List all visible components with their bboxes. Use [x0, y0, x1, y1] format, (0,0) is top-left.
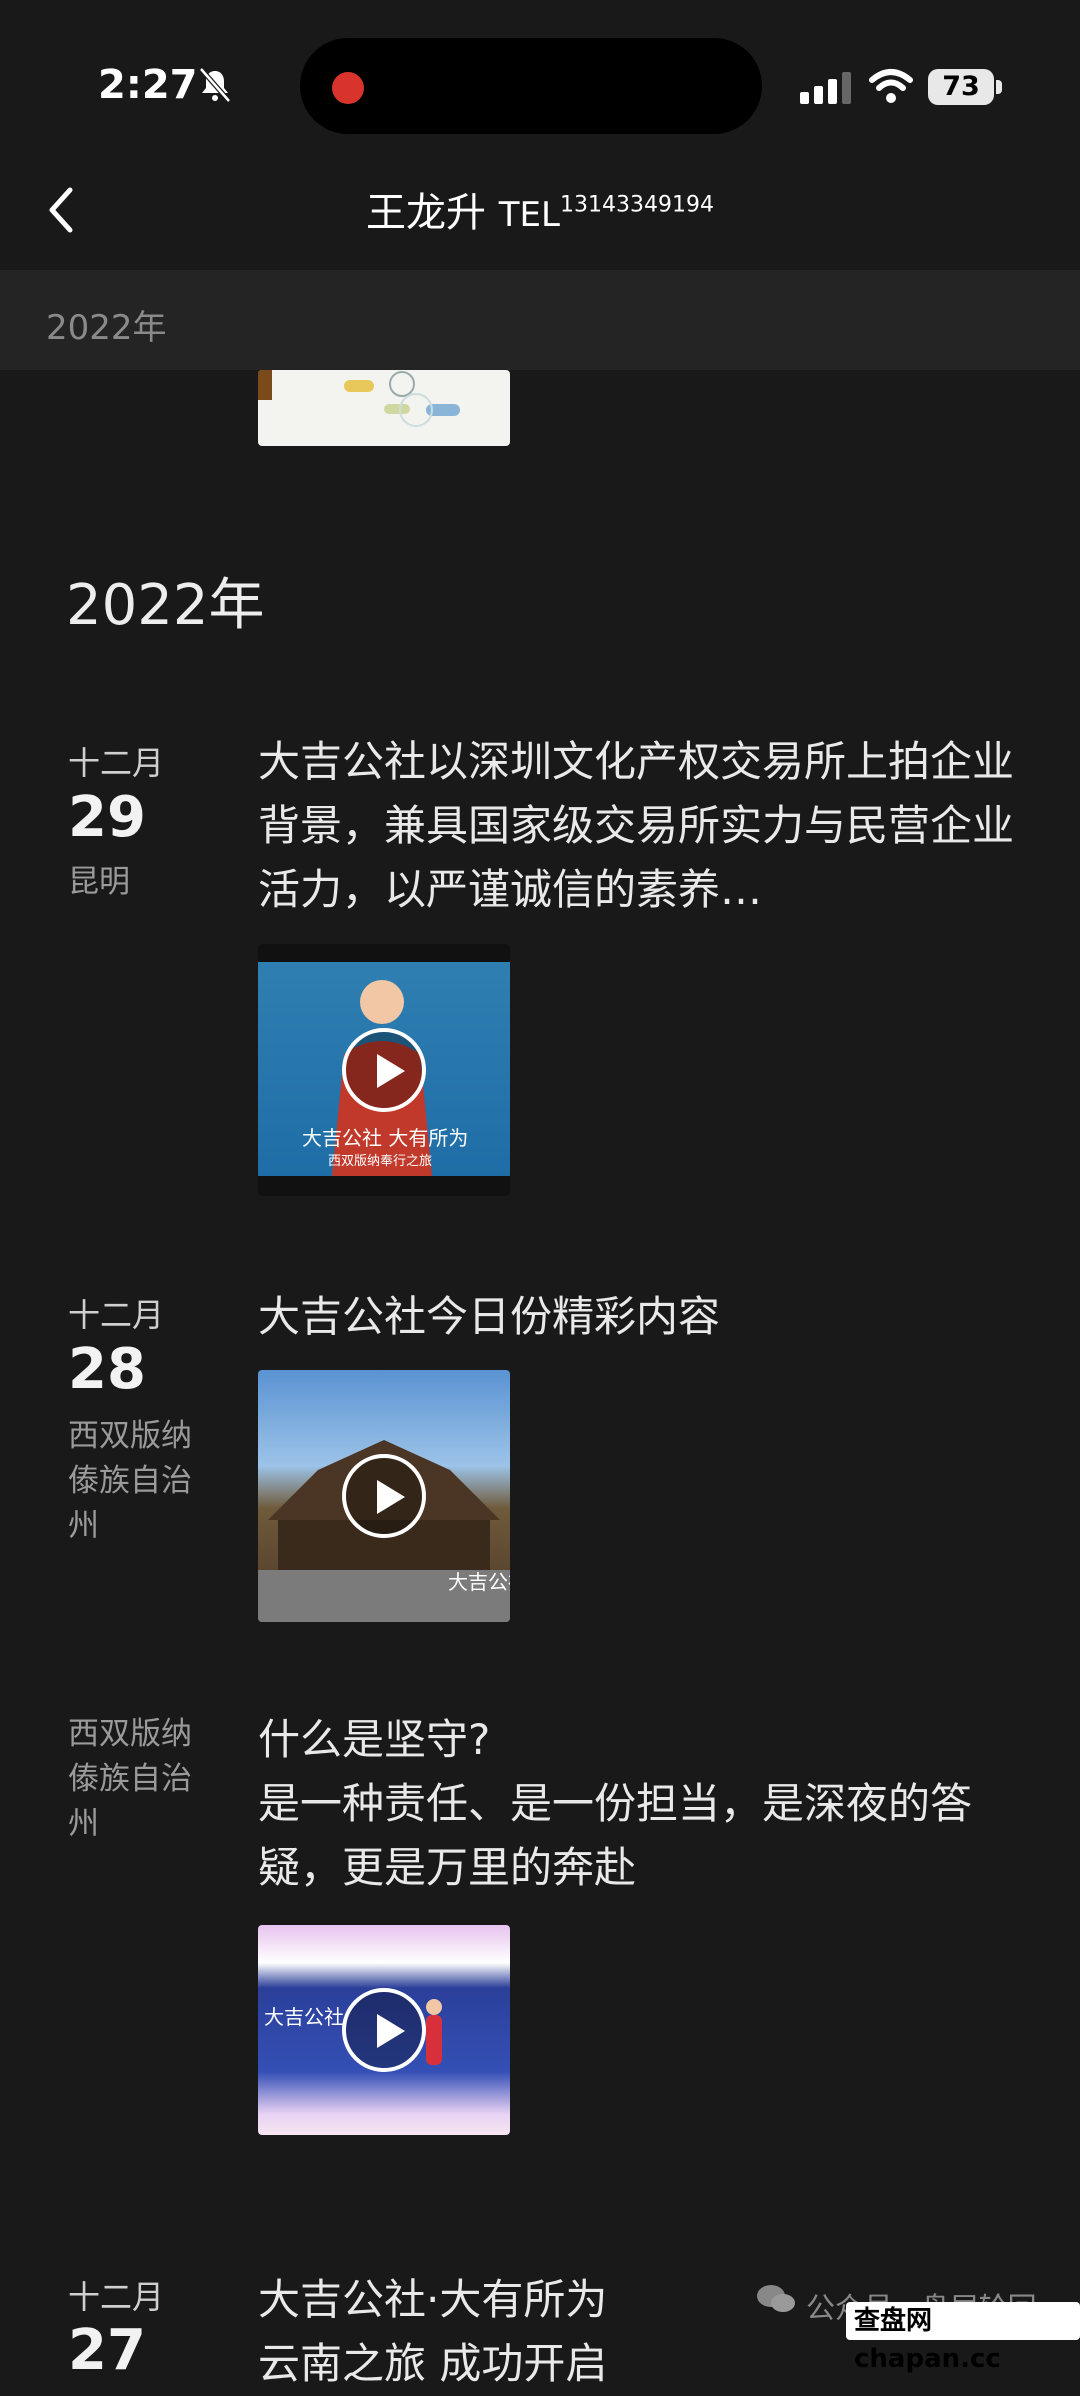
post-day: 29 — [68, 785, 146, 850]
section-year-heading: 2022年 — [66, 573, 265, 638]
video-caption: 大吉公社 大有所为 — [302, 1126, 469, 1150]
video-caption: 大吉公社 — [448, 1570, 510, 1594]
play-icon[interactable] — [342, 1988, 426, 2072]
tel-number: 13143349194 — [559, 192, 714, 218]
status-time: 2:27 — [98, 62, 198, 108]
post-location: 西双版纳傣族自治州 — [68, 1418, 192, 1544]
battery-indicator: 73 — [928, 69, 994, 105]
page-title: 王龙升 TEL13143349194 — [0, 180, 1080, 238]
post-day: 27 — [68, 2318, 146, 2383]
post-text[interactable]: 什么是坚守? 是一种责任、是一份担当，是深夜的答疑，更是万里的奔赴 — [258, 1708, 1018, 1900]
tel-prefix: TEL — [498, 195, 560, 235]
video-thumbnail[interactable]: 大吉公社 大有所为 西双版纳奉行之旅 — [258, 944, 510, 1196]
cellular-signal-icon — [800, 72, 851, 104]
post-text-line: 是一种责任、是一份担当，是深夜的答疑，更是万里的奔赴 — [258, 1779, 973, 1892]
video-subcaption: 西双版纳奉行之旅 — [328, 1154, 433, 1169]
post-text-line: 什么是坚守? — [258, 1715, 491, 1764]
recording-indicator — [332, 72, 364, 104]
wechat-icon — [757, 2285, 795, 2312]
video-thumbnail[interactable]: 大吉公社 — [258, 1925, 510, 2135]
post-thumbnail-previous[interactable] — [258, 370, 510, 446]
watermark-badge: 查盘网 chapan.cc — [846, 2302, 1080, 2374]
wifi-icon — [869, 69, 913, 103]
post-month: 十二月 — [68, 2278, 165, 2316]
play-icon[interactable] — [342, 1454, 426, 1538]
dynamic-island — [300, 38, 762, 134]
post-location: 昆明 — [68, 864, 130, 900]
video-caption: 大吉公社 — [264, 2005, 344, 2029]
post-text[interactable]: 大吉公社以深圳文化产权交易所上拍企业背景，兼具国家级交易所实力与民营企业活力，以… — [258, 730, 1018, 922]
post-text[interactable]: 大吉公社今日份精彩内容 — [258, 1285, 1018, 1349]
post-day: 28 — [68, 1337, 146, 1402]
status-bar: 2:27 73 — [0, 0, 1080, 170]
post-location: 西双版纳傣族自治州 — [68, 1716, 192, 1842]
contact-name: 王龙升 — [366, 190, 487, 236]
sticky-year-label: 2022年 — [46, 308, 167, 348]
play-icon[interactable] — [342, 1028, 426, 1112]
post-month: 十二月 — [68, 1296, 165, 1334]
bell-muted-icon — [199, 67, 231, 103]
battery-tip — [996, 80, 1002, 94]
sticky-year-header: 2022年 — [0, 270, 1080, 370]
video-thumbnail[interactable]: 大吉公社 — [258, 1370, 510, 1622]
post-month: 十二月 — [68, 744, 165, 782]
